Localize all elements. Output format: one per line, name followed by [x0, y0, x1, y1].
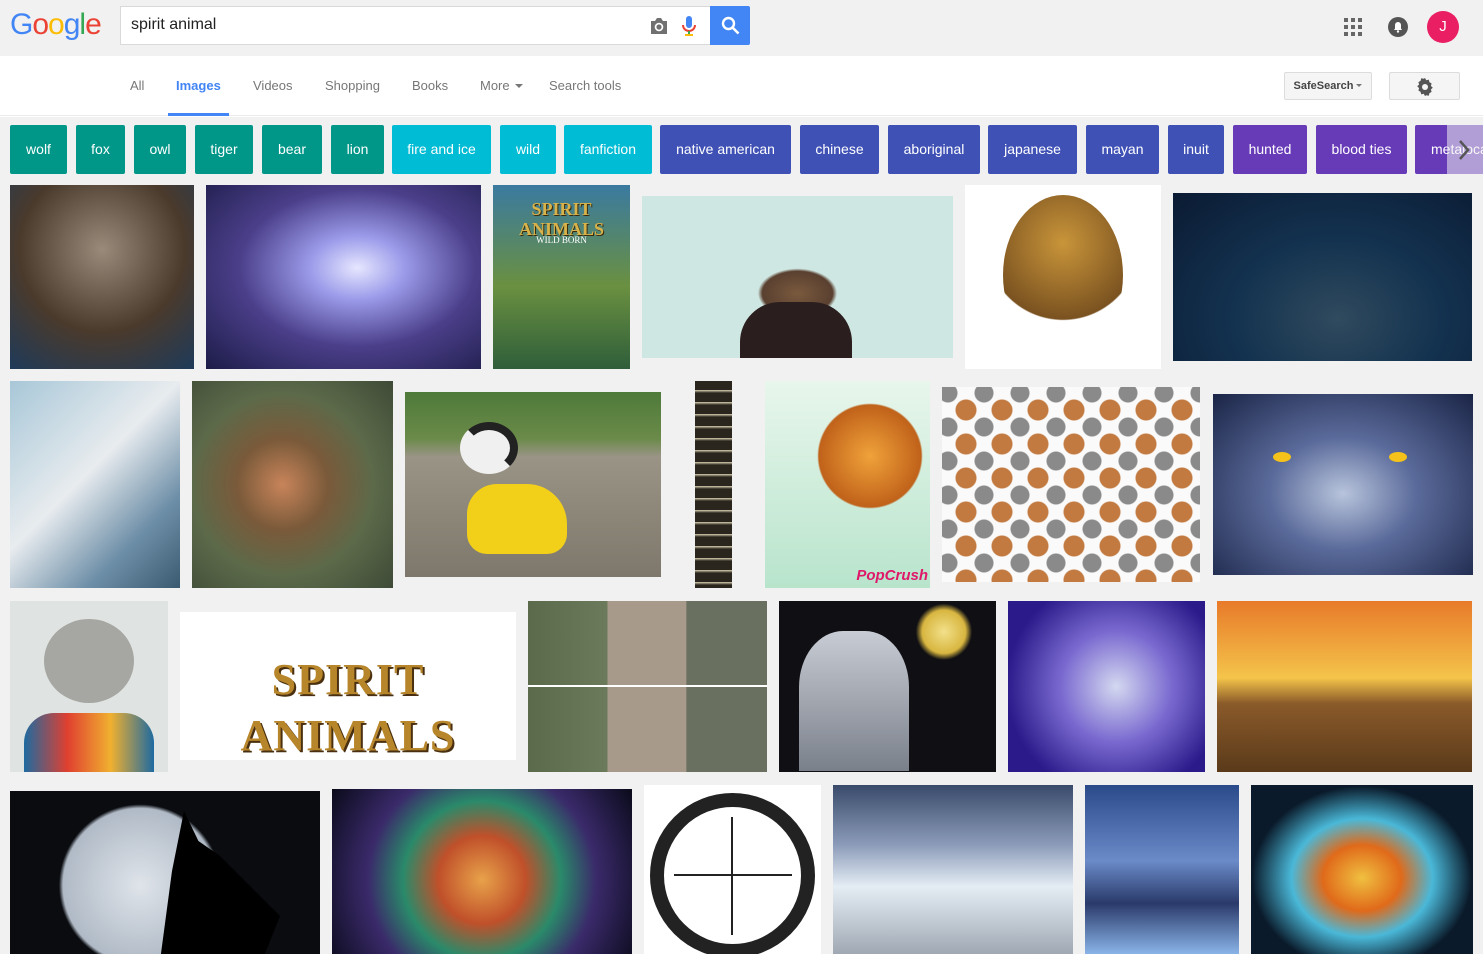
- chip-mayan[interactable]: mayan: [1086, 125, 1159, 174]
- apps-grid-icon[interactable]: [1344, 18, 1362, 36]
- image-result[interactable]: [528, 601, 767, 772]
- yellow-toy-shape: [467, 484, 567, 554]
- chip-bear[interactable]: bear: [262, 125, 322, 174]
- image-result[interactable]: [405, 392, 661, 577]
- tab-all[interactable]: All: [130, 78, 144, 116]
- tab-books[interactable]: Books: [412, 78, 448, 116]
- image-result[interactable]: [644, 785, 821, 954]
- howling-wolf-shape: [799, 631, 909, 771]
- image-result[interactable]: [1173, 193, 1472, 361]
- camera-icon[interactable]: [648, 16, 670, 36]
- book-cover-title: SPIRIT ANIMALS: [518, 199, 604, 239]
- gear-icon: [1417, 78, 1433, 96]
- image-result[interactable]: [10, 791, 320, 954]
- image-result[interactable]: [642, 196, 953, 358]
- chip-fox[interactable]: fox: [76, 125, 125, 174]
- image-result[interactable]: [10, 601, 168, 772]
- image-result[interactable]: [695, 381, 732, 588]
- search-input[interactable]: [131, 16, 631, 34]
- image-result[interactable]: [779, 601, 996, 772]
- chip-fire-and-ice[interactable]: fire and ice: [392, 125, 491, 174]
- image-result[interactable]: [10, 381, 180, 588]
- image-result[interactable]: [206, 185, 481, 369]
- logo-letter: G: [10, 8, 33, 41]
- search-icon: [721, 16, 740, 35]
- related-searches-bar: wolf fox owl tiger bear lion fire and ic…: [0, 117, 1483, 185]
- hawaiian-shirt-shape: [24, 713, 154, 772]
- book-cover-subtitle: WILD BORN: [536, 235, 587, 245]
- chip-tiger[interactable]: tiger: [195, 125, 253, 174]
- wolf-eye-left: [1273, 452, 1291, 462]
- notifications-icon[interactable]: [1387, 16, 1409, 38]
- image-result[interactable]: [192, 381, 393, 588]
- panda-head-shape: [460, 422, 518, 474]
- avatar[interactable]: J: [1427, 11, 1459, 43]
- tab-videos[interactable]: Videos: [253, 78, 293, 116]
- tab-shopping[interactable]: Shopping: [325, 78, 380, 116]
- chip-owl[interactable]: owl: [134, 125, 186, 174]
- image-result[interactable]: [1251, 785, 1473, 954]
- microphone-icon[interactable]: [681, 15, 697, 37]
- top-bar: Google J: [0, 0, 1483, 56]
- spirit-animals-logo: SPIRIT ANIMALS: [240, 655, 456, 760]
- wolf-eye-right: [1389, 452, 1407, 462]
- logo-letter: o: [32, 8, 49, 41]
- tuxedo-shape: [740, 302, 852, 358]
- medicine-wheel: [650, 793, 815, 954]
- chip-native-american[interactable]: native american: [660, 125, 791, 174]
- search-nav: All Images Videos Shopping Books More Se…: [0, 56, 1483, 116]
- chip-blood-ties[interactable]: blood ties: [1316, 125, 1407, 174]
- safesearch-button[interactable]: SafeSearch: [1284, 72, 1372, 100]
- chip-chinese[interactable]: chinese: [800, 125, 879, 174]
- wheel-horizontal-line: [674, 874, 792, 876]
- image-result[interactable]: [965, 185, 1161, 369]
- image-result[interactable]: SPIRIT ANIMALS WILD BORN: [493, 185, 630, 369]
- image-result[interactable]: [1085, 785, 1239, 954]
- image-result[interactable]: [10, 185, 194, 369]
- search-box: [120, 6, 750, 45]
- logo-letter: g: [63, 8, 81, 41]
- image-result[interactable]: [1008, 601, 1205, 772]
- tab-more-label: More: [480, 78, 510, 93]
- wolf-silhouette: [160, 811, 280, 954]
- chip-aboriginal[interactable]: aboriginal: [888, 125, 980, 174]
- safesearch-label: SafeSearch: [1293, 80, 1354, 92]
- tiger-shape: [815, 391, 925, 521]
- image-result[interactable]: SPIRIT ANIMALS: [180, 612, 516, 760]
- search-button[interactable]: [710, 6, 750, 45]
- scroll-right-button[interactable]: [1447, 125, 1483, 174]
- wheel-vertical-line: [731, 817, 733, 935]
- logo-letter: e: [85, 8, 102, 41]
- google-logo[interactable]: Google: [10, 8, 102, 42]
- image-result[interactable]: [1213, 394, 1473, 575]
- chip-wolf[interactable]: wolf: [10, 125, 67, 174]
- image-result[interactable]: PopCrush: [765, 381, 930, 588]
- chip-hunted[interactable]: hunted: [1233, 125, 1307, 174]
- chip-japanese[interactable]: japanese: [988, 125, 1077, 174]
- tab-images[interactable]: Images: [168, 78, 229, 116]
- image-results-grid: SPIRIT ANIMALS WILD BORN PopCrush SPIRIT…: [0, 185, 1483, 954]
- settings-button[interactable]: [1389, 72, 1460, 100]
- chevron-down-icon: [1356, 84, 1363, 87]
- chevron-right-icon: [1459, 140, 1470, 160]
- koala-head-shape: [44, 619, 134, 703]
- leopard-shape: [1003, 195, 1123, 355]
- chip-fanfiction[interactable]: fanfiction: [564, 125, 652, 174]
- tab-search-tools[interactable]: Search tools: [549, 78, 621, 116]
- chip-wild[interactable]: wild: [500, 125, 556, 174]
- chip-lion[interactable]: lion: [331, 125, 384, 174]
- chip-inuit[interactable]: inuit: [1168, 125, 1224, 174]
- image-result[interactable]: [942, 387, 1200, 582]
- collage-divider: [528, 685, 767, 687]
- popcrush-watermark: PopCrush: [856, 567, 928, 584]
- image-result[interactable]: [833, 785, 1073, 954]
- chevron-down-icon: [514, 84, 523, 88]
- image-result[interactable]: [332, 789, 632, 954]
- image-result[interactable]: [1217, 601, 1472, 772]
- logo-letter: o: [48, 8, 65, 41]
- tab-more[interactable]: More: [480, 78, 523, 116]
